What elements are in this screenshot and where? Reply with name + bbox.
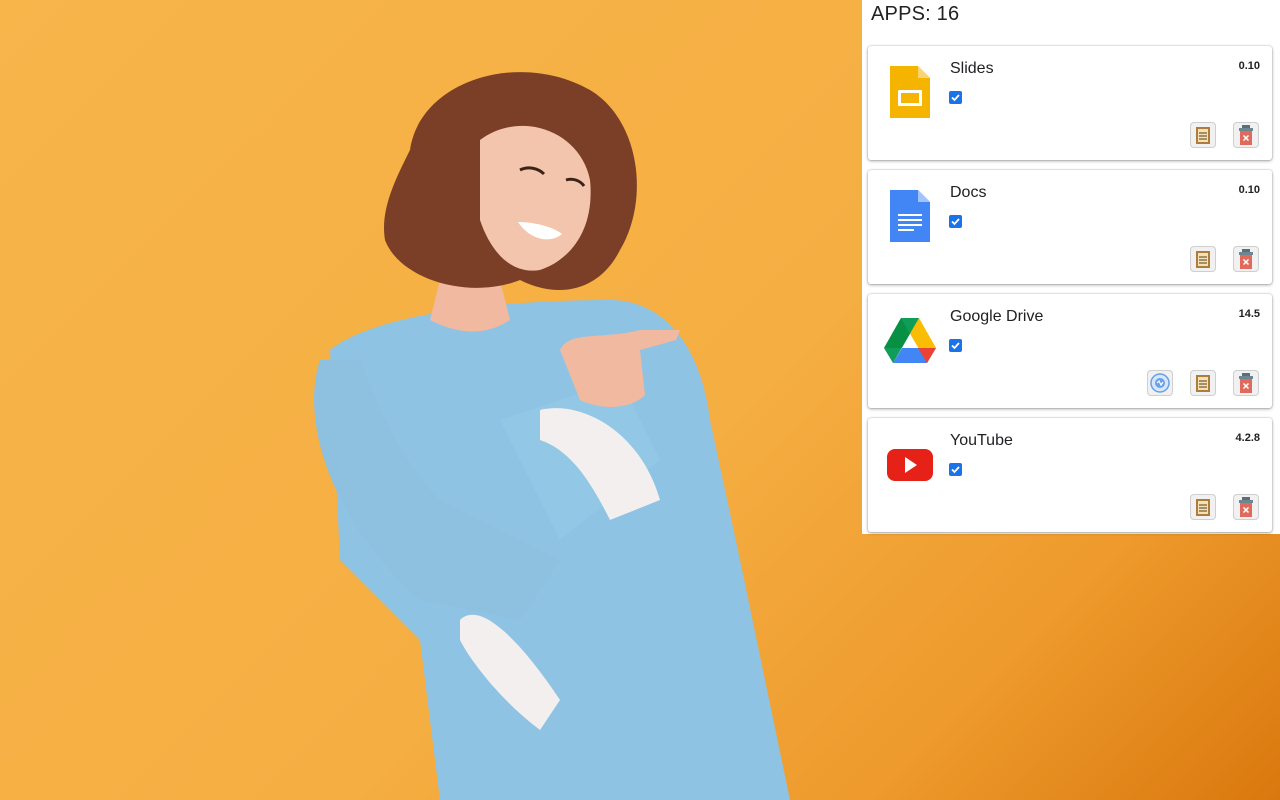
app-name: Slides [950, 60, 994, 77]
enable-checkbox[interactable] [949, 463, 962, 476]
enable-checkbox[interactable] [949, 215, 962, 228]
background-photo [0, 0, 860, 800]
drive-icon [882, 310, 938, 370]
app-version: 0.10 [1238, 184, 1260, 196]
app-version: 14.5 [1238, 308, 1260, 320]
app-name: Docs [950, 184, 987, 201]
app-card-google-drive: Google Drive 14.5 [868, 294, 1272, 408]
app-name: YouTube [950, 432, 1013, 449]
youtube-icon [882, 434, 938, 494]
app-card-youtube: YouTube 4.2.8 [868, 418, 1272, 532]
app-version: 4.2.8 [1235, 432, 1260, 444]
delete-icon[interactable] [1233, 370, 1259, 396]
slides-icon [882, 62, 938, 122]
details-icon[interactable] [1190, 122, 1216, 148]
delete-icon[interactable] [1233, 494, 1259, 520]
delete-icon[interactable] [1233, 122, 1259, 148]
enable-checkbox[interactable] [949, 91, 962, 104]
details-icon[interactable] [1190, 370, 1216, 396]
docs-icon [882, 186, 938, 246]
app-version: 0.10 [1238, 60, 1260, 72]
delete-icon[interactable] [1233, 246, 1259, 272]
service-worker-icon[interactable] [1147, 370, 1173, 396]
app-card-slides: Slides 0.10 [868, 46, 1272, 160]
apps-panel: APPS: 16 Slides 0.10 Docs 0.10 Google Dr… [862, 0, 1280, 534]
enable-checkbox[interactable] [949, 339, 962, 352]
details-icon[interactable] [1190, 494, 1216, 520]
app-card-docs: Docs 0.10 [868, 170, 1272, 284]
app-name: Google Drive [950, 308, 1044, 325]
apps-count-title: APPS: 16 [871, 3, 960, 25]
details-icon[interactable] [1190, 246, 1216, 272]
